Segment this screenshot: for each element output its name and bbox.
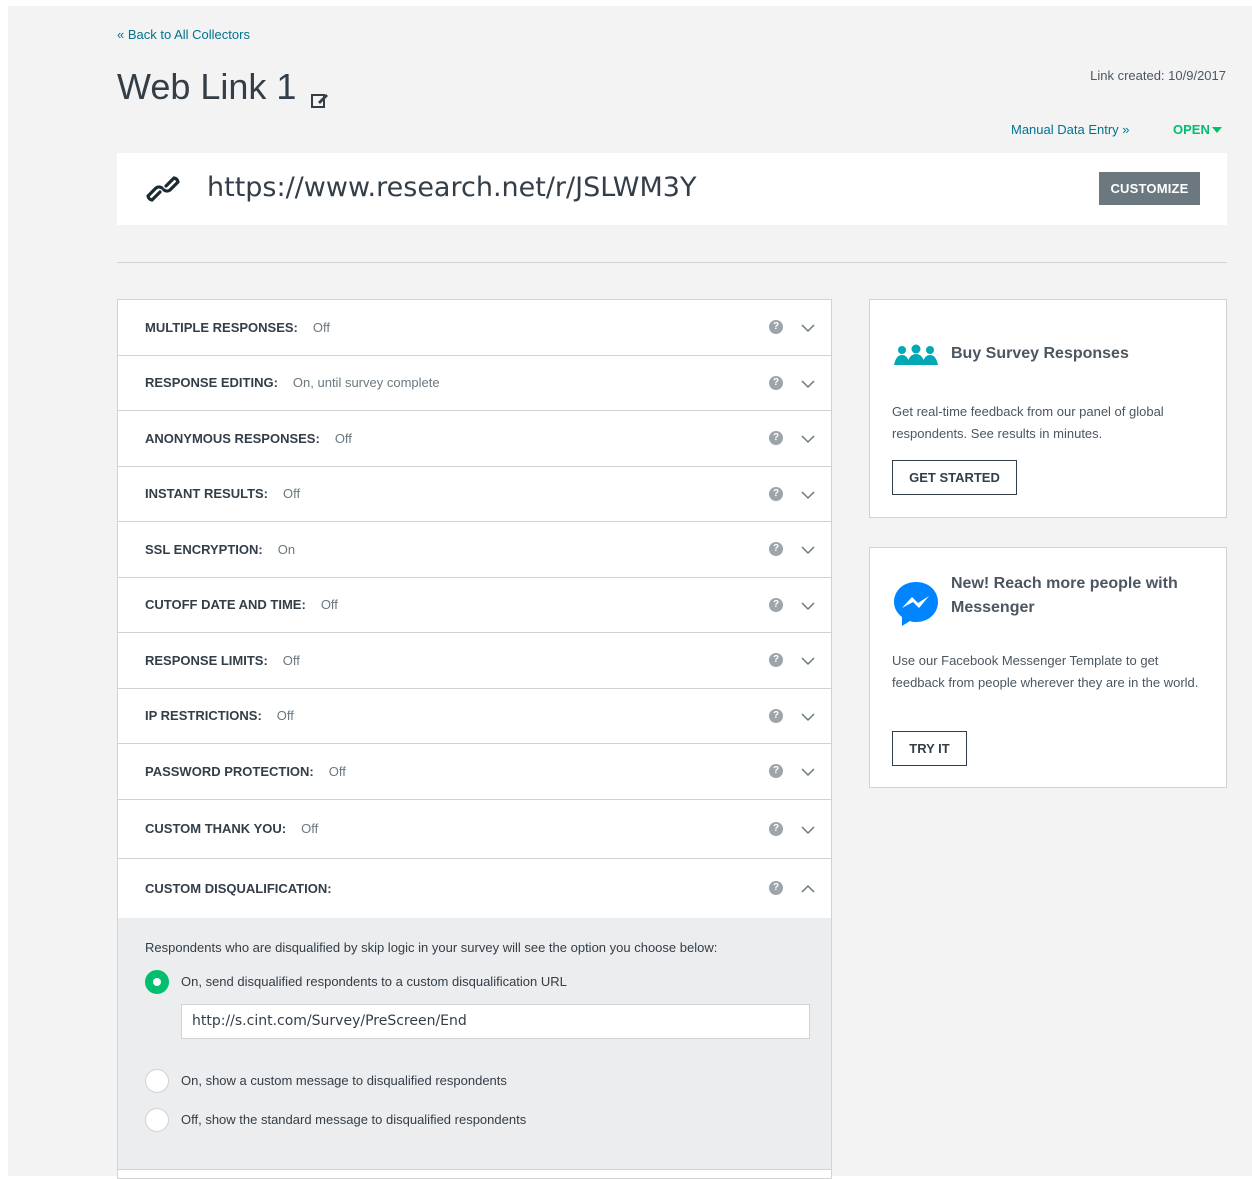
setting-label: RESPONSE LIMITS: [145, 652, 268, 668]
disqualification-url-input[interactable] [181, 1003, 810, 1039]
disqualification-option[interactable]: On, send disqualified respondents to a c… [145, 969, 567, 994]
web-link-box: https://www.research.net/r/JSLWM3Y CUSTO… [117, 153, 1227, 225]
disqualification-intro: Respondents who are disqualified by skip… [145, 939, 718, 955]
page-title: Web Link 1 [117, 66, 330, 108]
collector-settings-list: MULTIPLE RESPONSES: Off? RESPONSE EDITING:… [117, 299, 832, 1179]
setting-label: ANONYMOUS RESPONSES: [145, 430, 320, 446]
setting-value: Off [334, 430, 352, 446]
chevron-down-icon[interactable] [801, 599, 815, 611]
setting-row[interactable]: CUSTOM THANK YOU: Off? [118, 800, 831, 859]
disqualification-option[interactable]: On, show a custom message to disqualifie… [145, 1068, 507, 1093]
chevron-down-icon[interactable] [801, 321, 815, 333]
setting-value: Off [276, 708, 294, 724]
people-group-icon [892, 344, 940, 371]
buy-responses-text: Get real-time feedback from our panel of… [892, 404, 1164, 441]
link-created-date: Link created: 10/9/2017 [1090, 68, 1226, 83]
setting-value: Off [282, 652, 300, 668]
buy-responses-card: Buy Survey Responses Get real-time feedb… [869, 299, 1227, 518]
chain-link-icon [144, 170, 182, 208]
buy-responses-title: Buy Survey Responses [951, 345, 1129, 362]
get-started-button[interactable]: GET STARTED [892, 460, 1017, 495]
setting-value: Off [283, 486, 301, 502]
setting-label: MULTIPLE RESPONSES: [145, 319, 298, 335]
setting-row[interactable]: PASSWORD PROTECTION: Off? [118, 744, 831, 800]
messenger-icon [892, 580, 940, 633]
caret-down-icon [1211, 126, 1222, 133]
help-icon[interactable]: ? [769, 486, 783, 501]
try-it-button[interactable]: TRY IT [892, 731, 967, 766]
help-icon[interactable]: ? [769, 881, 783, 895]
web-link-url[interactable]: https://www.research.net/r/JSLWM3Y [207, 172, 696, 203]
section-divider [117, 262, 1227, 263]
manual-data-entry-link[interactable]: Manual Data Entry » [1011, 122, 1130, 137]
radio-button[interactable] [145, 969, 169, 994]
setting-row[interactable]: RESPONSE EDITING: On, until survey comple… [118, 356, 831, 411]
setting-label: SSL ENCRYPTION: [145, 541, 263, 557]
setting-label: PASSWORD PROTECTION: [145, 763, 314, 779]
setting-row[interactable]: MULTIPLE RESPONSES: Off? [118, 300, 831, 356]
setting-label: INSTANT RESULTS: [145, 486, 269, 502]
chevron-up-icon[interactable] [801, 882, 815, 894]
setting-row[interactable]: INSTANT RESULTS: Off? [118, 467, 831, 522]
help-icon[interactable]: ? [769, 320, 783, 335]
setting-value: On, until survey complete [292, 375, 440, 391]
edit-icon[interactable] [310, 77, 330, 108]
status-dropdown[interactable]: OPEN [1173, 122, 1222, 137]
help-icon[interactable]: ? [769, 597, 783, 612]
radio-button[interactable] [145, 1068, 169, 1093]
setting-row[interactable]: CUTOFF DATE AND TIME: Off? [118, 578, 831, 633]
setting-label: IP RESTRICTIONS: [145, 708, 262, 724]
setting-value: Off [320, 597, 338, 613]
messenger-title: New! Reach more people with Messenger [951, 575, 1178, 616]
radio-label: On, show a custom message to disqualifie… [181, 1073, 507, 1088]
setting-label: CUTOFF DATE AND TIME: [145, 597, 306, 613]
chevron-down-icon[interactable] [801, 432, 815, 444]
setting-row[interactable]: SSL ENCRYPTION: On? [118, 522, 831, 578]
disqualification-panel: Respondents who are disqualified by skip… [118, 917, 831, 1170]
setting-row[interactable]: ANONYMOUS RESPONSES: Off? [118, 411, 831, 467]
radio-button[interactable] [145, 1107, 169, 1132]
chevron-down-icon[interactable] [801, 543, 815, 555]
messenger-text: Use our Facebook Messenger Template to g… [892, 653, 1199, 690]
chevron-down-icon[interactable] [801, 654, 815, 666]
chevron-down-icon[interactable] [801, 377, 815, 389]
help-icon[interactable]: ? [769, 653, 783, 668]
help-icon[interactable]: ? [769, 431, 783, 446]
setting-value: Off [328, 763, 346, 779]
setting-row[interactable]: IP RESTRICTIONS: Off? [118, 689, 831, 744]
setting-label: CUSTOM DISQUALIFICATION: [145, 880, 332, 896]
setting-value: Off [301, 821, 319, 836]
messenger-card: New! Reach more people with Messenger Us… [869, 547, 1227, 788]
status-label: OPEN [1173, 122, 1210, 137]
help-icon[interactable]: ? [769, 821, 783, 836]
help-icon[interactable]: ? [769, 375, 783, 390]
collector-name: Web Link 1 [117, 66, 297, 107]
setting-row[interactable]: RESPONSE LIMITS: Off? [118, 633, 831, 689]
back-to-collectors-link[interactable]: « Back to All Collectors [117, 27, 250, 42]
chevron-down-icon[interactable] [801, 823, 815, 835]
help-icon[interactable]: ? [769, 764, 783, 779]
chevron-down-icon[interactable] [801, 765, 815, 777]
radio-label: Off, show the standard message to disqua… [181, 1112, 527, 1127]
setting-row[interactable]: CUSTOM DISQUALIFICATION:? [118, 859, 831, 918]
customize-button[interactable]: CUSTOMIZE [1099, 172, 1200, 205]
setting-label: CUSTOM THANK YOU: [145, 821, 287, 836]
setting-label: RESPONSE EDITING: [145, 375, 278, 391]
setting-value: On [277, 541, 296, 557]
setting-value: Off [312, 319, 330, 335]
help-icon[interactable]: ? [769, 542, 783, 557]
disqualification-option[interactable]: Off, show the standard message to disqua… [145, 1107, 527, 1132]
radio-label: On, send disqualified respondents to a c… [181, 974, 567, 989]
chevron-down-icon[interactable] [801, 488, 815, 500]
chevron-down-icon[interactable] [801, 710, 815, 722]
help-icon[interactable]: ? [769, 708, 783, 723]
